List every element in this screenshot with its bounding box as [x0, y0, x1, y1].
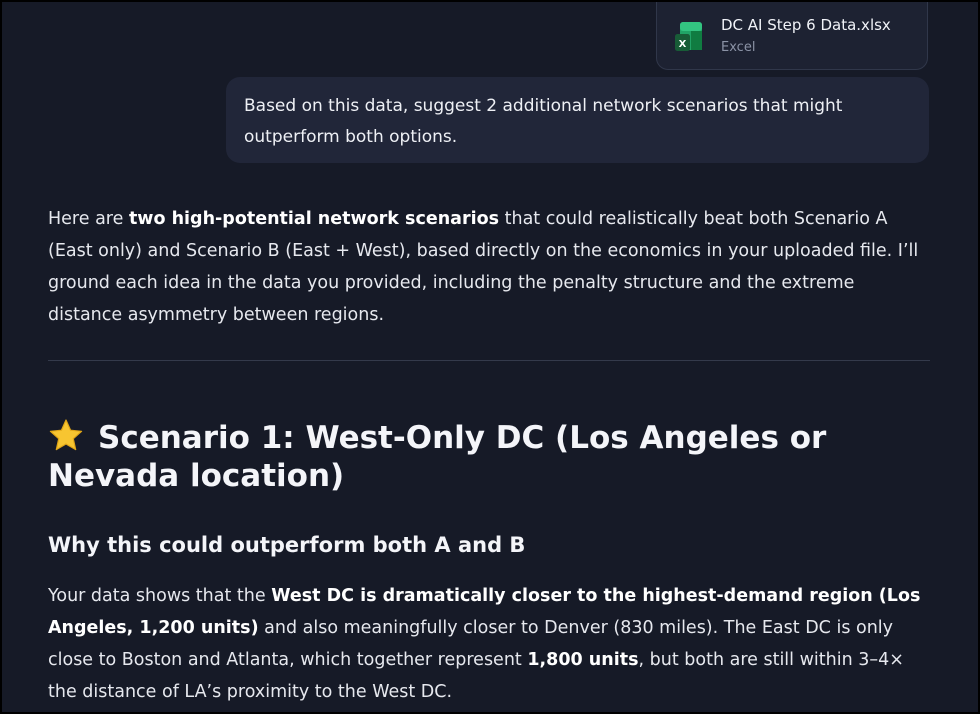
bold-segment: 1,800 units [527, 650, 639, 670]
assistant-body-paragraph: Your data shows that the West DC is dram… [48, 580, 928, 708]
file-name: DC AI Step 6 Data.xlsx [721, 16, 891, 34]
subheading: Why this could outperform both A and B [48, 533, 526, 557]
section-divider [48, 360, 930, 361]
bold-segment: two high-potential network scenarios [128, 209, 500, 229]
star-icon [49, 419, 83, 451]
text-segment: Here are [48, 209, 129, 229]
assistant-intro-paragraph: Here are two high-potential network scen… [48, 203, 928, 331]
scenario-heading: Scenario 1: West-Only DC (Los Angeles or… [48, 418, 928, 495]
excel-file-icon: X [675, 22, 702, 51]
svg-text:X: X [679, 39, 687, 50]
text-segment: Your data shows that the [48, 586, 272, 606]
scenario-heading-text: Scenario 1: West-Only DC (Los Angeles or… [48, 420, 827, 494]
file-attachment[interactable]: X DC AI Step 6 Data.xlsx Excel [656, 2, 928, 70]
file-type: Excel [721, 40, 756, 55]
user-message-bubble: Based on this data, suggest 2 additional… [226, 77, 929, 163]
user-message-text: Based on this data, suggest 2 additional… [244, 96, 843, 147]
